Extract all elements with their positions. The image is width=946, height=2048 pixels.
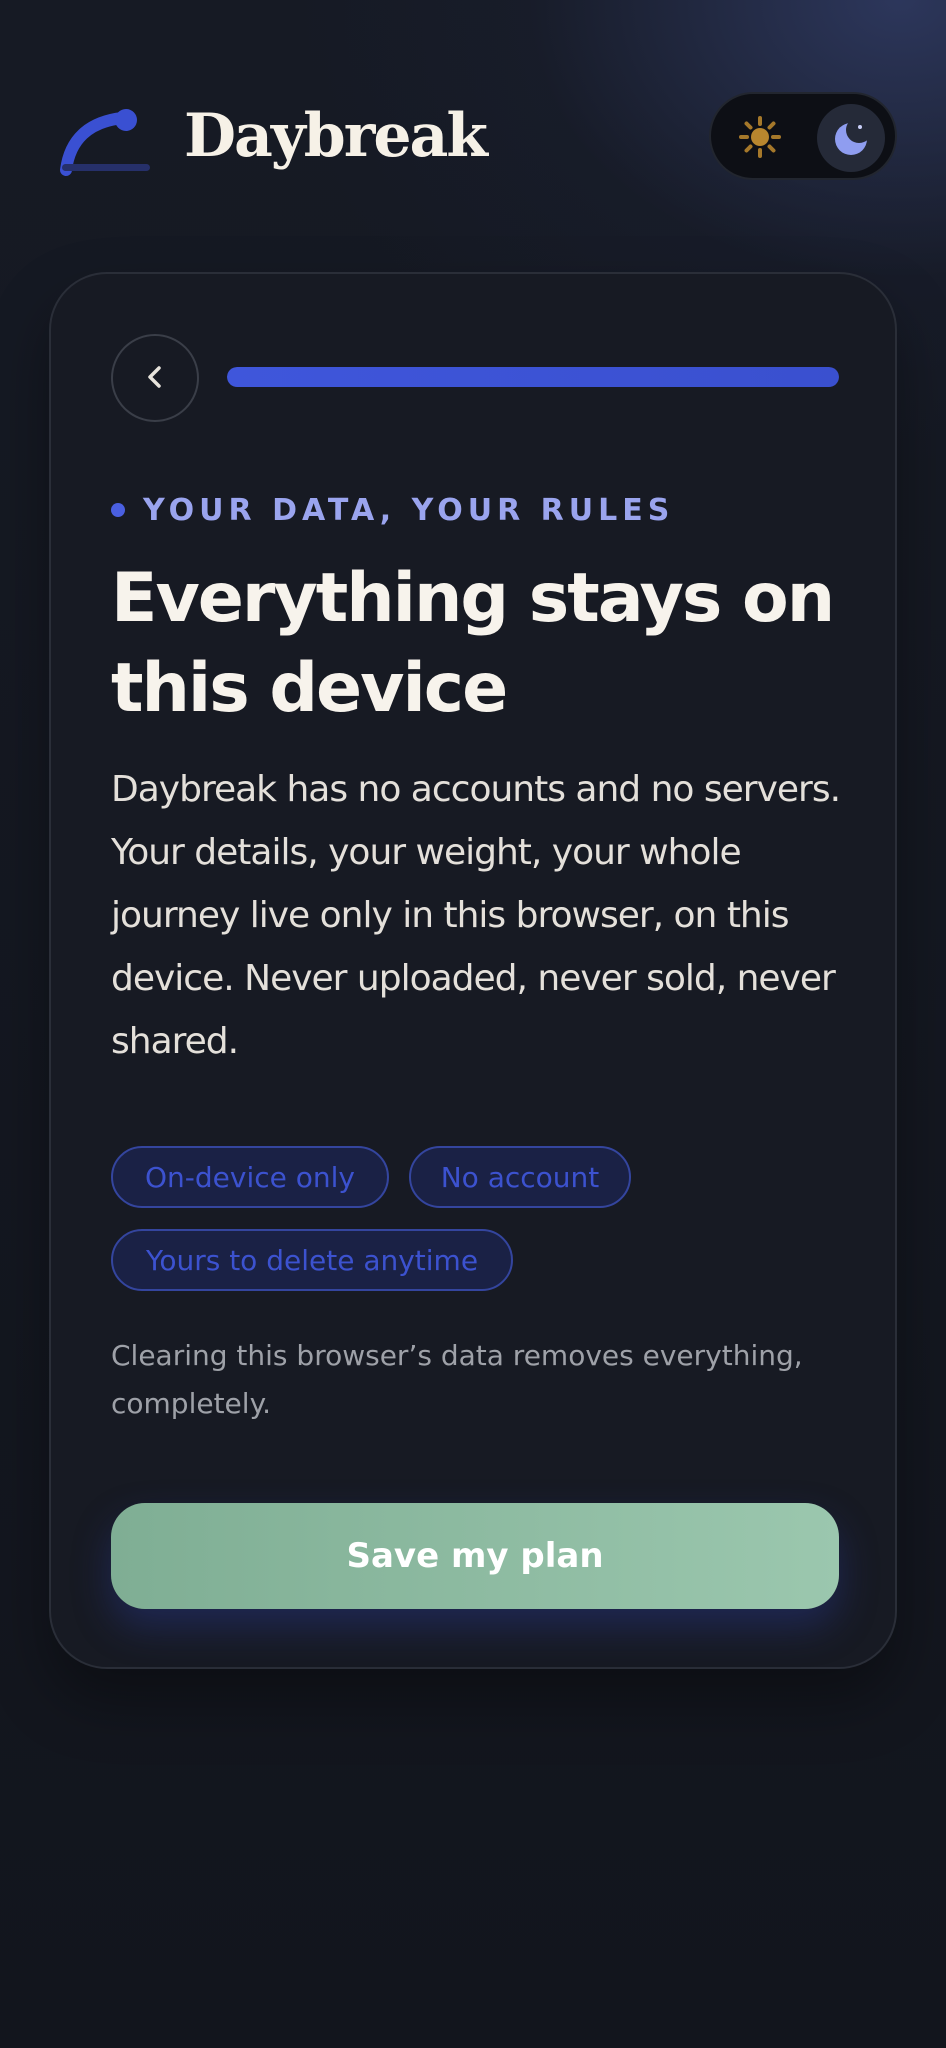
clear-data-note: Clearing this browser’s data removes eve… <box>111 1339 803 1420</box>
moon-icon[interactable] <box>817 104 885 172</box>
description: Daybreak has no accounts and no servers.… <box>111 769 841 1062</box>
app-header: Daybreak <box>0 0 946 230</box>
page-title: Everything stays on this device <box>111 559 835 728</box>
sun-icon[interactable] <box>733 110 787 164</box>
onboarding-card: YOUR DATA, YOUR RULES Everything stays o… <box>49 272 897 1669</box>
eyebrow-label: YOUR DATA, YOUR RULES <box>143 492 675 528</box>
save-plan-button[interactable]: Save my plan <box>111 1503 839 1609</box>
chip-on-device-only: On-device only <box>111 1146 389 1208</box>
brand-name: Daybreak <box>184 101 488 171</box>
theme-toggle[interactable] <box>709 92 897 180</box>
chevron-left-icon <box>140 362 170 395</box>
chip-yours-to-delete: Yours to delete anytime <box>111 1229 513 1291</box>
progress-bar <box>227 367 839 387</box>
sunrise-arc-icon <box>58 104 158 184</box>
back-button[interactable] <box>111 334 199 422</box>
chip-no-account: No account <box>409 1146 631 1208</box>
eyebrow-dot <box>111 503 125 517</box>
eyebrow: YOUR DATA, YOUR RULES <box>111 490 674 530</box>
progress-fill <box>227 367 839 387</box>
